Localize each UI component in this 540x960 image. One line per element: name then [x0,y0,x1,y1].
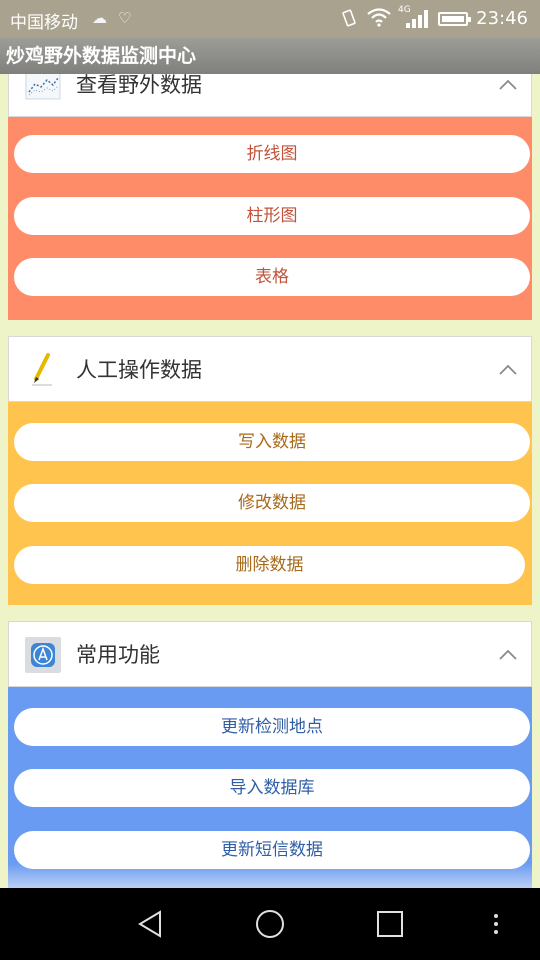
delete-data-button[interactable]: 删除数据 [14,546,525,584]
section-title: 人工操作数据 [76,358,202,382]
carrier-label: 中国移动 [10,13,78,33]
section-header[interactable]: 查看野外数据 [8,74,532,117]
menu-icon[interactable] [480,908,512,940]
chevron-up-icon[interactable] [499,646,517,664]
main-content[interactable]: 查看野外数据 折线图 柱形图 表格 人工操作数据 写入数据 修改数据 删除数据 [0,74,540,888]
section-header[interactable]: 常用功能 [8,621,532,687]
home-icon[interactable] [254,908,286,940]
clock: 23:46 [476,8,528,29]
section-header[interactable]: 人工操作数据 [8,336,532,402]
line-chart-button[interactable]: 折线图 [14,135,530,173]
chevron-up-icon[interactable] [499,76,517,94]
app-title: 炒鸡野外数据监测中心 [6,45,197,67]
section-title: 常用功能 [76,643,160,667]
pencil-icon [25,352,61,388]
back-icon[interactable] [134,908,166,940]
import-database-button[interactable]: 导入数据库 [14,769,530,807]
recents-icon[interactable] [374,908,406,940]
table-button[interactable]: 表格 [14,258,530,296]
wifi-icon [366,7,392,31]
section-body: 折线图 柱形图 表格 [8,117,532,320]
line-chart-icon [25,74,61,103]
heart-icon: ♡ [118,9,132,27]
vibrate-icon [340,9,358,31]
app-title-bar: 炒鸡野外数据监测中心 [0,38,540,74]
section-body: 更新检测地点 导入数据库 更新短信数据 [8,687,532,888]
update-location-button[interactable]: 更新检测地点 [14,708,530,746]
status-bar: 中国移动 ☁ ♡ 4G 23:46 [0,0,540,38]
signal-icon [406,10,430,28]
navigation-bar [0,888,540,960]
write-data-button[interactable]: 写入数据 [14,423,530,461]
bar-chart-button[interactable]: 柱形图 [14,197,530,235]
chevron-up-icon[interactable] [499,361,517,379]
modify-data-button[interactable]: 修改数据 [14,484,530,522]
section-body: 写入数据 修改数据 删除数据 [8,402,532,605]
app-store-icon [25,637,61,673]
cloud-icon: ☁ [92,9,107,27]
section-title: 查看野外数据 [76,74,202,97]
battery-icon [438,12,471,26]
update-sms-data-button[interactable]: 更新短信数据 [14,831,530,869]
